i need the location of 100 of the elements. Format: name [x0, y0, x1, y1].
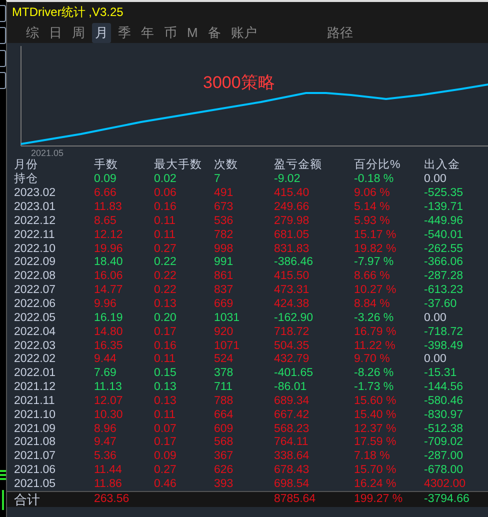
table-cell-text: -3.26 % — [354, 312, 395, 325]
column-header: 百分比% — [354, 159, 402, 172]
table-cell-text: 279.98 — [274, 214, 310, 228]
table-cell-text: 861 — [214, 270, 234, 284]
table-cell-text: 698.54 — [274, 478, 310, 491]
table-cell-text: 11.44 — [94, 464, 123, 478]
table-cell-text: 2022.08 — [14, 270, 57, 284]
table-cell-text: 10.30 — [94, 408, 124, 422]
table-cell-text: 4302.00 — [424, 478, 467, 491]
table-cell-text: 0.13 — [154, 381, 178, 394]
table-cell-text: -525.35 — [424, 187, 464, 200]
table-cell-text: 8.65 — [94, 214, 118, 228]
table-cell-text: 15.60 % — [354, 394, 398, 408]
table-cell-text: 0.22 — [154, 256, 178, 270]
table-cell-text: 9.44 — [94, 353, 118, 366]
table-cell-text: 609 — [214, 422, 234, 436]
table-cell-text: 0.15 — [154, 367, 178, 380]
table-cell-text: 2022.02 — [14, 353, 57, 366]
table-cell-text: 0.13 — [154, 394, 178, 408]
table-cell-text: 2021.11 — [14, 394, 56, 408]
table-cell-text: 2022.10 — [14, 242, 57, 256]
price-bars-icon — [0, 470, 8, 510]
tab[interactable]: 币 — [161, 22, 180, 42]
table-cell-text: 678.43 — [274, 464, 310, 478]
table-cell-text: 2021.07 — [14, 450, 57, 464]
table-cell-text: 0.00 — [424, 353, 448, 366]
table-cell-text: 2021.10 — [14, 408, 57, 422]
table-cell-text: -15.31 — [424, 367, 458, 380]
table-cell-text: 8.66 % — [354, 270, 391, 284]
table-cell-text: -830.97 — [424, 408, 464, 422]
table-cell-text: 424.38 — [274, 298, 310, 312]
axis-label: 2021.05 — [31, 148, 64, 158]
table-cell-text: 415.40 — [274, 187, 310, 200]
table-cell-text: 16.19 — [94, 312, 124, 325]
table-cell-text: 667.42 — [274, 408, 310, 422]
table-cell-text: 19.82 % — [354, 242, 398, 256]
tab[interactable]: 年 — [138, 22, 157, 42]
table-cell-text: 0.11 — [154, 228, 177, 242]
table-cell-text: 16.79 % — [354, 326, 398, 339]
table-cell-text: 199.27 % — [354, 493, 404, 506]
table-cell-text: 0.09 — [94, 173, 118, 186]
table-cell-text: 0.13 — [154, 298, 178, 312]
table-cell-text: 2021.05 — [14, 478, 57, 491]
table-cell-text: 0.11 — [154, 353, 177, 366]
table-cell-text: -262.55 — [424, 242, 464, 256]
table-cell-text: 432.79 — [274, 353, 310, 366]
table-cell-text: 2022.05 — [14, 312, 57, 325]
table-cell-text: -0.18 % — [354, 173, 395, 186]
column-header: 次数 — [214, 159, 239, 172]
tab[interactable]: M — [184, 24, 201, 41]
table-cell-text: 504.35 — [274, 340, 310, 353]
column-header: 月份 — [14, 159, 39, 172]
tab[interactable]: 账户 — [228, 22, 260, 42]
tab[interactable]: 月 — [92, 22, 111, 42]
table-cell-text: -287.28 — [424, 270, 464, 284]
table-cell-text: 568.23 — [274, 422, 310, 436]
table-cell-text: 998 — [214, 242, 234, 256]
table-cell-text: -1.73 % — [354, 381, 395, 394]
table-cell-text: 788 — [214, 394, 234, 408]
table-cell-text: 7.69 — [94, 367, 118, 380]
table-cell-text: 持仓 — [14, 173, 39, 186]
tab[interactable]: 综 — [23, 22, 42, 42]
table-cell-text: 249.66 — [274, 201, 310, 214]
table-cell-text: 8785.64 — [274, 493, 317, 506]
table-cell-text: 664 — [214, 408, 234, 422]
table-cell-text: 8.84 % — [354, 298, 391, 312]
table-cell-text: 5.14 % — [354, 201, 391, 214]
table-cell-text: 0.27 — [154, 464, 178, 478]
tab[interactable]: 季 — [115, 22, 134, 42]
table-cell-text: 2023.01 — [14, 201, 57, 214]
table-cell-text: -162.90 — [274, 312, 314, 325]
table-cell-text: -8.26 % — [354, 367, 395, 380]
table-cell-text: 837 — [214, 284, 234, 298]
table-cell-text: 2021.06 — [14, 464, 57, 478]
table-cell-text: 15.17 % — [354, 228, 398, 242]
table-cell-text: 0.06 — [154, 187, 178, 200]
table-cell-text: -512.38 — [424, 422, 464, 436]
table-cell-text: 2022.04 — [14, 326, 57, 339]
column-header: 出入金 — [424, 159, 461, 172]
table-cell-text: 0.16 — [154, 340, 178, 353]
table-cell-text: 568 — [214, 436, 234, 450]
tab[interactable]: 日 — [46, 22, 65, 42]
table-cell-text: 0.17 — [154, 326, 178, 339]
table-cell-text: -709.02 — [424, 436, 464, 450]
table-cell-text: -7.97 % — [354, 256, 395, 270]
tab[interactable]: 备 — [204, 22, 224, 42]
table-cell-text: 0.46 — [154, 478, 178, 491]
tab[interactable]: 路径 — [324, 22, 356, 42]
table-cell-text: -139.71 — [424, 201, 464, 214]
table-cell-text: 536 — [214, 214, 234, 228]
table-cell-text: -613.23 — [424, 284, 464, 298]
table-cell-text: -540.01 — [424, 228, 464, 242]
table-cell-text: 0.27 — [154, 242, 178, 256]
tab[interactable]: 周 — [69, 22, 88, 42]
table-cell-text: 17.59 % — [354, 436, 398, 450]
table-cell-text: 0.11 — [154, 408, 177, 422]
table-cell-text: 0.11 — [154, 214, 177, 228]
table-cell-text: 473.31 — [274, 284, 310, 298]
table-cell-text: -580.46 — [424, 394, 464, 408]
table-cell-text: 5.93 % — [354, 214, 391, 228]
